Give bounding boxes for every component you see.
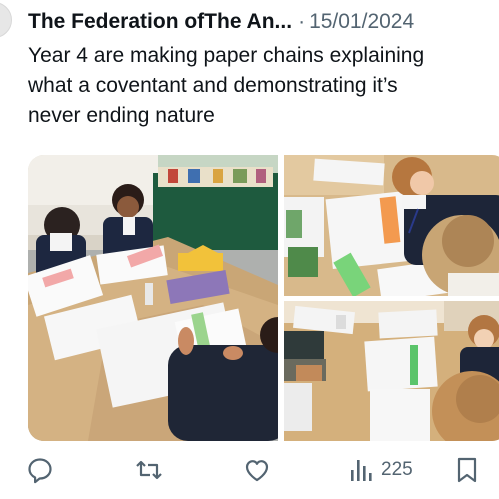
- views-icon: [349, 456, 373, 484]
- classroom-photo-top-right[interactable]: [284, 155, 499, 296]
- tweet-actions: 225: [0, 450, 499, 490]
- like-button[interactable]: [243, 456, 271, 484]
- classroom-photo-main[interactable]: [28, 155, 278, 441]
- tweet-header: The Federation ofThe An... · 15/01/2024: [28, 8, 499, 36]
- separator-dot: ·: [298, 10, 306, 33]
- reply-icon: [26, 456, 54, 484]
- like-icon: [243, 456, 271, 484]
- retweet-button[interactable]: [134, 456, 164, 484]
- tweet-date[interactable]: 15/01/2024: [309, 10, 414, 33]
- tweet-text: Year 4 are making paper chains explainin…: [28, 44, 425, 127]
- reply-button[interactable]: [26, 456, 54, 484]
- author-name[interactable]: The Federation ofThe An...: [28, 10, 292, 33]
- views-count: 225: [381, 459, 413, 480]
- bookmark-button[interactable]: [455, 456, 479, 484]
- media-grid: [28, 155, 499, 441]
- avatar[interactable]: [0, 2, 12, 38]
- classroom-photo-bottom-right[interactable]: [284, 301, 499, 441]
- retweet-icon: [134, 456, 164, 484]
- views-button[interactable]: 225: [349, 456, 413, 484]
- bookmark-icon: [455, 456, 479, 484]
